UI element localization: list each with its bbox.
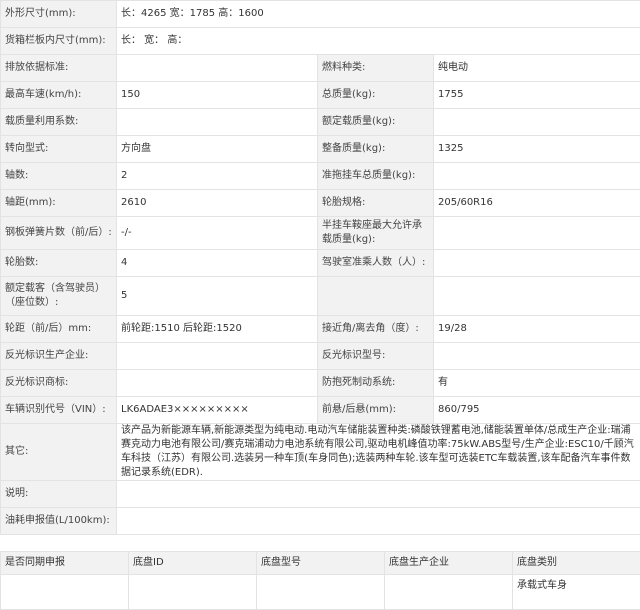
spec-row: 轮胎数:4驾驶室准乘人数（人）:	[1, 250, 640, 277]
chassis-data-row: 承载式车身	[1, 575, 640, 610]
spec-value: 1325	[434, 136, 640, 163]
spec-row: 最高车速(km/h):150总质量(kg):1755	[1, 82, 640, 109]
spec-label: 前悬/后悬(mm):	[318, 397, 434, 424]
spec-value: 150	[117, 82, 318, 109]
spec-value	[117, 55, 318, 82]
chassis-header-sync-declare: 是否同期申报	[1, 552, 129, 575]
spec-row: 钢板弹簧片数（前/后）:-/-半挂车鞍座最大允许承载质量(kg):	[1, 217, 640, 250]
spec-label: 驾驶室准乘人数（人）:	[318, 250, 434, 277]
spec-label: 其它:	[1, 424, 117, 481]
chassis-header-chassis-maker: 底盘生产企业	[385, 552, 513, 575]
spec-body: 外形尺寸(mm):长：4265 宽：1785 高：1600货箱栏板内尺寸(mm)…	[1, 1, 640, 535]
spec-label: 轮胎规格:	[318, 190, 434, 217]
spec-row: 说明:	[1, 481, 640, 508]
spec-label: 燃料种类:	[318, 55, 434, 82]
spec-value: 有	[434, 370, 640, 397]
spec-row: 车辆识别代号（VIN）:LK6ADAE3×××××××××前悬/后悬(mm):8…	[1, 397, 640, 424]
spec-value: 1755	[434, 82, 640, 109]
spec-value	[117, 370, 318, 397]
spec-value: LK6ADAE3×××××××××	[117, 397, 318, 424]
spec-row: 载质量利用系数: 额定载质量(kg):	[1, 109, 640, 136]
spec-label: 轮距（前/后）mm:	[1, 316, 117, 343]
vehicle-spec-table: 外形尺寸(mm):长：4265 宽：1785 高：1600货箱栏板内尺寸(mm)…	[0, 0, 640, 535]
spec-value: 4	[117, 250, 318, 277]
spec-value	[434, 109, 640, 136]
spec-value: 方向盘	[117, 136, 318, 163]
spec-value: 2610	[117, 190, 318, 217]
spec-label: 接近角/离去角（度）:	[318, 316, 434, 343]
chassis-cell-chassis-model	[257, 575, 385, 610]
chassis-header-chassis-model: 底盘型号	[257, 552, 385, 575]
spec-label: 总质量(kg):	[318, 82, 434, 109]
spec-value: 860/795	[434, 397, 640, 424]
spec-label: 轴距(mm):	[1, 190, 117, 217]
spec-value	[434, 277, 640, 316]
chassis-header-row: 是否同期申报 底盘ID 底盘型号 底盘生产企业 底盘类别	[1, 552, 640, 575]
spec-row: 转向型式:方向盘整备质量(kg):1325	[1, 136, 640, 163]
spec-label	[318, 277, 434, 316]
spec-label: 防抱死制动系统:	[318, 370, 434, 397]
spec-label: 额定载质量(kg):	[318, 109, 434, 136]
chassis-cell-chassis-category: 承载式车身	[513, 575, 640, 610]
spec-value: 2	[117, 163, 318, 190]
spec-label: 半挂车鞍座最大允许承载质量(kg):	[318, 217, 434, 250]
spec-label: 载质量利用系数:	[1, 109, 117, 136]
spec-value: 长：4265 宽：1785 高：1600	[117, 1, 640, 28]
spec-label: 最高车速(km/h):	[1, 82, 117, 109]
spec-value: 前轮距:1510 后轮距:1520	[117, 316, 318, 343]
spec-label: 外形尺寸(mm):	[1, 1, 117, 28]
spec-row: 反光标识商标: 防抱死制动系统:有	[1, 370, 640, 397]
spec-row: 排放依据标准: 燃料种类:纯电动	[1, 55, 640, 82]
spec-row: 额定载客（含驾驶员）（座位数）:5	[1, 277, 640, 316]
chassis-table: 是否同期申报 底盘ID 底盘型号 底盘生产企业 底盘类别 承载式车身	[0, 551, 640, 610]
spec-row: 其它:该产品为新能源车辆,新能源类型为纯电动.电动汽车储能装置种类:磷酸铁锂蓄电…	[1, 424, 640, 481]
spec-label: 说明:	[1, 481, 117, 508]
spec-value	[117, 343, 318, 370]
chassis-header-chassis-category: 底盘类别	[513, 552, 640, 575]
chassis-cell-chassis-maker	[385, 575, 513, 610]
spec-label: 轴数:	[1, 163, 117, 190]
chassis-cell-sync-declare	[1, 575, 129, 610]
spec-value: 长： 宽： 高：	[117, 28, 640, 55]
spec-row: 油耗申报值(L/100km):	[1, 508, 640, 535]
spec-label: 转向型式:	[1, 136, 117, 163]
spec-value	[434, 163, 640, 190]
spec-value: -/-	[117, 217, 318, 250]
spec-value	[117, 481, 640, 508]
spec-label: 轮胎数:	[1, 250, 117, 277]
spec-row: 轴距(mm):2610轮胎规格:205/60R16	[1, 190, 640, 217]
spec-label: 钢板弹簧片数（前/后）:	[1, 217, 117, 250]
spec-value: 纯电动	[434, 55, 640, 82]
spec-label: 反光标识生产企业:	[1, 343, 117, 370]
spec-row: 轮距（前/后）mm:前轮距:1510 后轮距:1520接近角/离去角（度）:19…	[1, 316, 640, 343]
spec-value	[117, 109, 318, 136]
spec-value: 5	[117, 277, 318, 316]
spec-value	[117, 508, 640, 535]
spec-row: 货箱栏板内尺寸(mm):长： 宽： 高：	[1, 28, 640, 55]
spec-label: 货箱栏板内尺寸(mm):	[1, 28, 117, 55]
spec-row: 轴数:2准拖挂车总质量(kg):	[1, 163, 640, 190]
spec-label: 准拖挂车总质量(kg):	[318, 163, 434, 190]
spec-label: 整备质量(kg):	[318, 136, 434, 163]
spec-label: 排放依据标准:	[1, 55, 117, 82]
spec-label: 反光标识型号:	[318, 343, 434, 370]
spec-value	[434, 217, 640, 250]
spec-row: 外形尺寸(mm):长：4265 宽：1785 高：1600	[1, 1, 640, 28]
spec-label: 反光标识商标:	[1, 370, 117, 397]
chassis-cell-chassis-id	[129, 575, 257, 610]
chassis-header-chassis-id: 底盘ID	[129, 552, 257, 575]
spec-label: 额定载客（含驾驶员）（座位数）:	[1, 277, 117, 316]
spec-value: 19/28	[434, 316, 640, 343]
spec-value	[434, 250, 640, 277]
spec-row: 反光标识生产企业: 反光标识型号:	[1, 343, 640, 370]
spec-value: 该产品为新能源车辆,新能源类型为纯电动.电动汽车储能装置种类:磷酸铁锂蓄电池,储…	[117, 424, 640, 481]
spec-label: 车辆识别代号（VIN）:	[1, 397, 117, 424]
spec-value: 205/60R16	[434, 190, 640, 217]
spec-value	[434, 343, 640, 370]
spec-label: 油耗申报值(L/100km):	[1, 508, 117, 535]
